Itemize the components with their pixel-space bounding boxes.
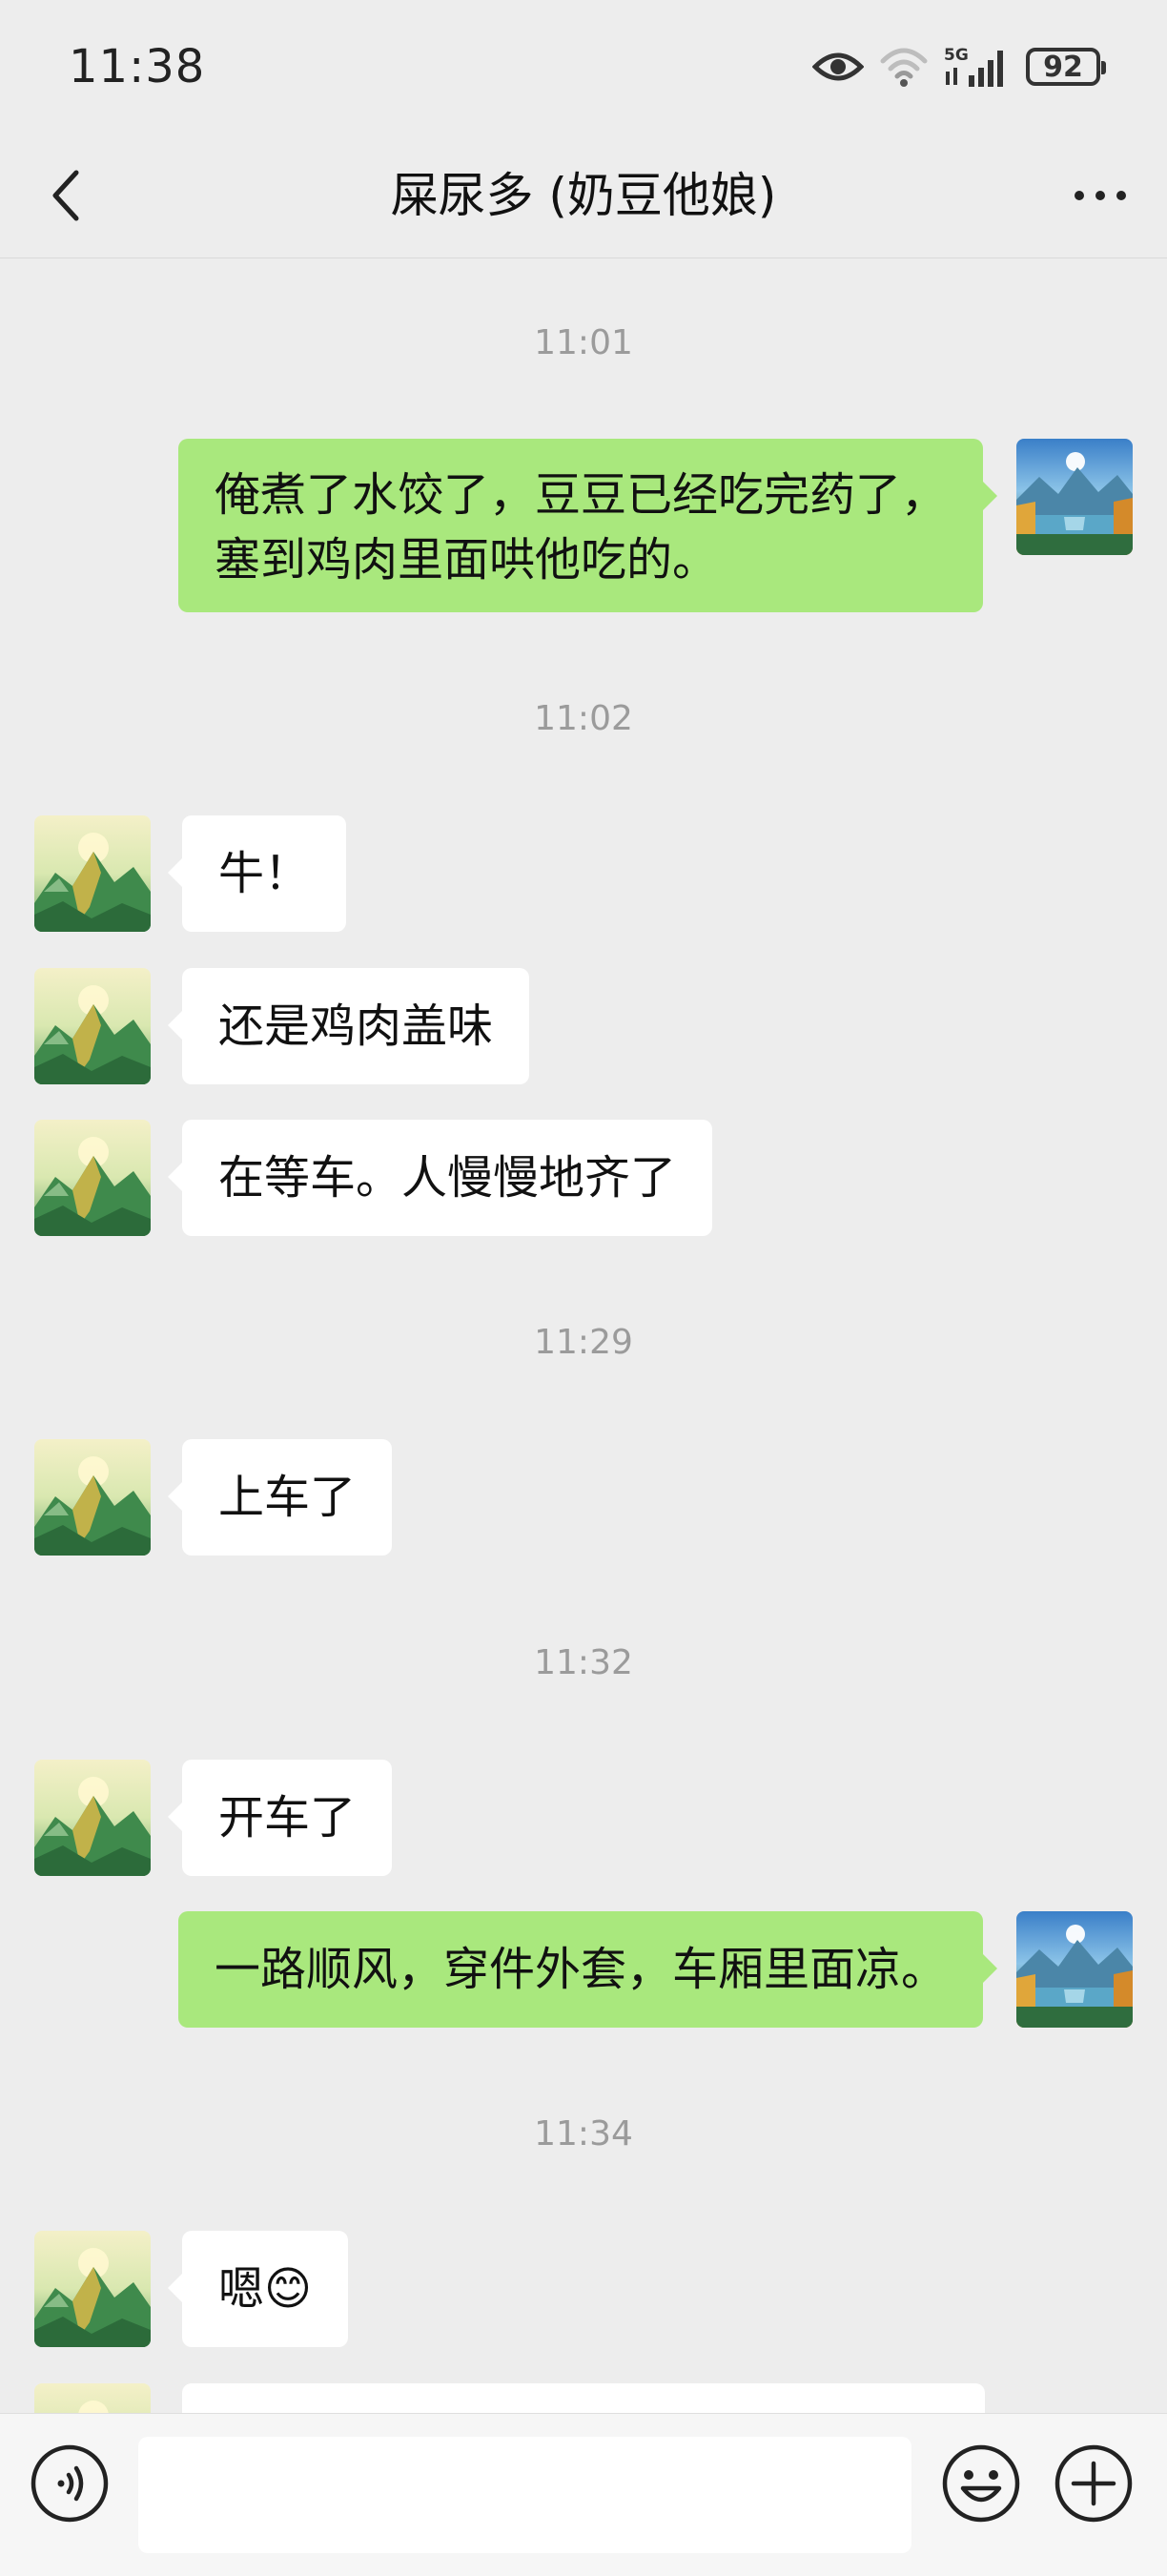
received-message-bubble-partial[interactable] [182, 2383, 985, 2413]
network-label: 5G [944, 46, 969, 65]
contact-avatar[interactable] [34, 1439, 151, 1556]
received-message-bubble[interactable]: 还是鸡肉盖味 [167, 968, 530, 1084]
timestamp: 11:29 [534, 1323, 633, 1362]
plus-icon [1054, 2444, 1133, 2523]
more-button[interactable] [1062, 157, 1138, 234]
sent-message-bubble[interactable]: 一路顺风，穿件外套，车厢里面凉。 [177, 1911, 998, 2028]
signal-icon: 5G [944, 45, 1011, 89]
received-message-bubble[interactable]: 上车了 [167, 1439, 393, 1556]
status-bar: 11:38 5G 92 [0, 0, 1167, 134]
received-message-bubble[interactable]: 开车了 [167, 1760, 393, 1876]
received-message-bubble[interactable]: 嗯😊 [167, 2231, 349, 2347]
contact-avatar[interactable] [34, 2383, 151, 2413]
chat-title: 屎尿多 (奶豆他娘) [390, 168, 777, 223]
timestamp: 11:32 [534, 1643, 633, 1682]
received-message-bubble[interactable]: 牛！ [167, 815, 347, 932]
battery-icon: 92 [1026, 48, 1106, 86]
contact-avatar[interactable] [34, 2231, 151, 2347]
more-dots-icon [1075, 191, 1126, 200]
my-avatar[interactable] [1016, 1911, 1133, 2028]
eye-icon [812, 48, 864, 86]
contact-avatar[interactable] [34, 968, 151, 1084]
chevron-left-icon [52, 170, 79, 221]
timestamp: 11:34 [534, 2114, 633, 2154]
wifi-icon [879, 46, 929, 88]
chat-header: 屎尿多 (奶豆他娘) [0, 134, 1167, 258]
voice-icon [31, 2444, 109, 2523]
contact-avatar[interactable] [34, 815, 151, 932]
message-input[interactable] [138, 2437, 911, 2553]
status-time: 11:38 [69, 40, 206, 93]
received-message-bubble[interactable]: 在等车。人慢慢地齐了 [167, 1120, 713, 1236]
emoji-icon [942, 2444, 1020, 2523]
message-list[interactable]: 11:01 俺煮了水饺了，豆豆已经吃完药了， 塞到鸡肉里面哄他吃的。 11:02… [0, 258, 1167, 2413]
emoji-button[interactable] [940, 2442, 1022, 2524]
status-icons: 5G 92 [812, 44, 1106, 90]
voice-button[interactable] [29, 2442, 111, 2524]
message-line: 塞到鸡肉里面哄他吃的。 [214, 533, 718, 587]
sent-message-bubble[interactable]: 俺煮了水饺了，豆豆已经吃完药了， 塞到鸡肉里面哄他吃的。 [177, 439, 998, 612]
back-button[interactable] [29, 157, 105, 234]
contact-avatar[interactable] [34, 1120, 151, 1236]
message-line: 俺煮了水饺了，豆豆已经吃完药了， [214, 468, 947, 522]
plus-button[interactable] [1053, 2442, 1135, 2524]
contact-avatar[interactable] [34, 1760, 151, 1876]
battery-level: 92 [1043, 50, 1083, 84]
my-avatar[interactable] [1016, 439, 1133, 555]
timestamp: 11:01 [534, 323, 633, 362]
input-bar [0, 2413, 1167, 2576]
timestamp: 11:02 [534, 699, 633, 738]
